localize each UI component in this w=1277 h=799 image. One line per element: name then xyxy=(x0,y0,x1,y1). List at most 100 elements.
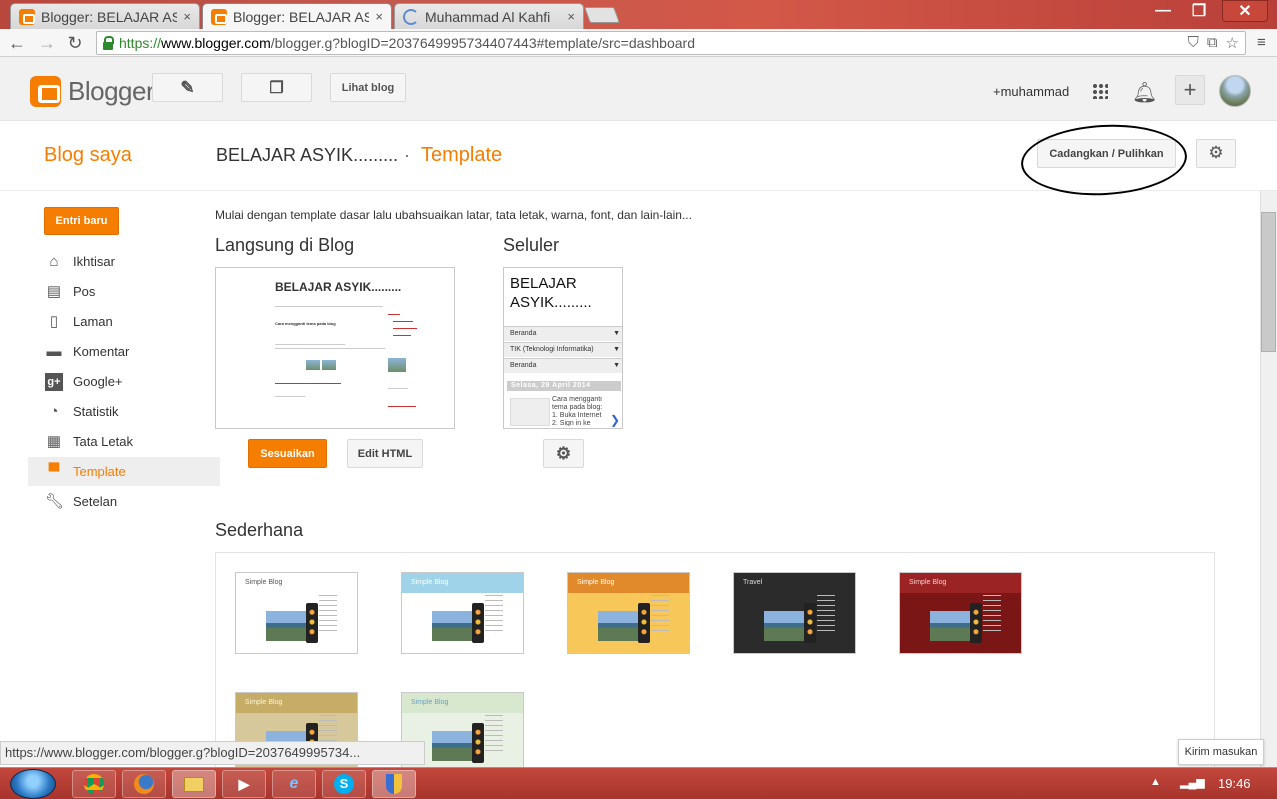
new-post-pencil-button[interactable]: ✎ xyxy=(152,73,223,102)
chrome-taskbar-icon[interactable] xyxy=(72,770,116,798)
tab-muhammad[interactable]: Muhammad Al Kahfi × xyxy=(394,3,584,29)
customize-button[interactable]: Sesuaikan xyxy=(248,439,327,468)
theme-thumbnail-2[interactable]: Simple Blog xyxy=(401,572,524,654)
blog-name[interactable]: BELAJAR ASYIK......... xyxy=(216,145,398,166)
theme-traffic-light xyxy=(306,603,318,643)
backup-restore-button[interactable]: Cadangkan / Pulihkan xyxy=(1037,139,1176,168)
send-feedback-button[interactable]: Kirim masukan xyxy=(1178,739,1264,765)
theme-title: Simple Blog xyxy=(411,579,449,586)
theme-traffic-light xyxy=(970,603,982,643)
preview-image xyxy=(322,360,336,370)
preview-divider xyxy=(275,306,383,307)
tab-title: Blogger: BELAJAR AS xyxy=(41,8,178,25)
sidebar-item-template[interactable]: ▀ Template xyxy=(28,457,220,486)
sidebar-item-laman[interactable]: ▯ Laman xyxy=(28,307,220,336)
sidebar-item-ikhtisar[interactable]: ⌂ Ikhtisar xyxy=(28,247,220,276)
firefox-taskbar-icon[interactable] xyxy=(122,770,166,798)
theme-traffic-light xyxy=(804,603,816,643)
settings-gear-icon[interactable]: ⚙ xyxy=(1196,139,1236,168)
theme-photo xyxy=(432,731,472,761)
mobile-preview-title: BELAJAR ASYIK......... xyxy=(510,275,592,311)
security-shield-taskbar-icon[interactable] xyxy=(372,770,416,798)
minimize-icon[interactable]: — xyxy=(1148,0,1178,22)
sidebar-item-label: Laman xyxy=(73,314,113,329)
theme-thumbnail-1[interactable]: Simple Blog xyxy=(235,572,358,654)
intro-text: Mulai dengan template dasar lalu ubahsua… xyxy=(215,208,692,222)
my-blogs-link[interactable]: Blog saya xyxy=(44,144,132,167)
layout-icon: ▦ xyxy=(46,432,62,450)
sidebar-item-statistik[interactable]: ◔ Statistik xyxy=(28,397,220,426)
apps-grid-icon[interactable] xyxy=(1092,83,1108,99)
sidebar-item-setelan[interactable]: 🔧︎ Setelan xyxy=(28,487,220,516)
reload-icon[interactable]: ↻ xyxy=(64,33,86,53)
windows-taskbar: ▶ e S xyxy=(0,767,1277,799)
edit-html-button[interactable]: Edit HTML xyxy=(347,439,423,468)
star-bookmark-icon[interactable]: ☆ xyxy=(1226,34,1239,52)
avatar[interactable] xyxy=(1219,75,1251,107)
preview-line xyxy=(275,348,385,349)
preview-line xyxy=(388,388,408,389)
back-arrow-icon[interactable]: ← xyxy=(6,33,28,53)
scrollbar-thumb[interactable] xyxy=(1261,212,1276,352)
preview-image xyxy=(306,360,320,370)
tab-close-icon[interactable]: × xyxy=(567,9,575,24)
theme-title: Simple Blog xyxy=(909,579,947,586)
theme-thumbnail-4[interactable]: Travel xyxy=(733,572,856,654)
sidebar-item-tata-letak[interactable]: ▦ Tata Letak xyxy=(28,427,220,456)
share-plus-button[interactable]: + xyxy=(1175,75,1205,105)
browser-menu-icon[interactable]: ≡ xyxy=(1257,34,1273,51)
new-post-button[interactable]: Entri baru xyxy=(44,207,119,235)
desktop-template-preview[interactable]: BELAJAR ASYIK......... Cara mengganti te… xyxy=(215,267,455,429)
windows-start-icon[interactable] xyxy=(10,769,56,799)
sidebar-item-googleplus[interactable]: g+ Google+ xyxy=(28,367,220,396)
tab-blogger-1[interactable]: Blogger: BELAJAR AS × xyxy=(10,3,200,29)
tab-close-icon[interactable]: × xyxy=(183,9,191,24)
new-tab-button[interactable] xyxy=(584,7,620,23)
internet-explorer-taskbar-icon[interactable]: e xyxy=(272,770,316,798)
mobile-preview-snippet: Cara mengganti tema pada blog: 1. Buka I… xyxy=(552,396,603,426)
posts-list-button[interactable]: ❐ xyxy=(241,73,312,102)
blogger-logo-icon[interactable] xyxy=(30,76,61,107)
tab-close-icon[interactable]: × xyxy=(375,9,383,24)
shield-icon[interactable]: ⛉ xyxy=(1188,34,1199,52)
mobile-template-preview[interactable]: BELAJAR ASYIK......... Beranda ▼ TIK (Tek… xyxy=(503,267,623,429)
address-bar[interactable]: https://www.blogger.com/blogger.g?blogID… xyxy=(96,31,1246,55)
wrench-icon: 🔧︎ xyxy=(45,492,65,510)
mobile-preview-menu-row: Beranda ▼ xyxy=(504,358,622,373)
comment-icon: ▬ xyxy=(46,342,62,360)
maximize-icon[interactable]: ❐ xyxy=(1184,0,1214,22)
close-window-icon[interactable]: ✕ xyxy=(1222,0,1268,22)
blogger-wordmark[interactable]: Blogger xyxy=(68,76,155,107)
live-blog-heading: Langsung di Blog xyxy=(215,235,355,255)
sidebar-item-komentar[interactable]: ▬ Komentar xyxy=(28,337,220,366)
blogger-header: Blogger ✎ ❐ Lihat blog +muhammad 🔔︎ + xyxy=(0,57,1277,121)
forward-arrow-icon[interactable]: → xyxy=(36,33,58,53)
theme-thumbnail-5[interactable]: Simple Blog xyxy=(899,572,1022,654)
theme-thumbnail-3[interactable]: Simple Blog xyxy=(567,572,690,654)
preview-sidebar-image xyxy=(388,358,406,372)
theme-photo xyxy=(432,611,472,641)
theme-traffic-light xyxy=(472,723,484,763)
theme-sidebar xyxy=(651,595,669,635)
sidebar-item-pos[interactable]: ▤ Pos xyxy=(28,277,220,306)
lock-icon xyxy=(103,36,114,50)
theme-sidebar xyxy=(485,715,503,755)
explorer-folder-taskbar-icon[interactable] xyxy=(172,770,216,798)
tray-expand-icon[interactable]: ▲ xyxy=(1150,776,1161,788)
theme-traffic-light xyxy=(638,603,650,643)
taskbar-clock[interactable]: 19:46 xyxy=(1218,776,1251,791)
theme-title: Simple Blog xyxy=(245,579,283,586)
translate-icon[interactable]: ⧉ xyxy=(1207,34,1218,52)
mobile-settings-gear-icon[interactable]: ⚙ xyxy=(543,439,584,468)
chevron-right-icon: ❯ xyxy=(610,413,621,427)
sidebar-item-label: Setelan xyxy=(73,494,118,509)
skype-taskbar-icon[interactable]: S xyxy=(322,770,366,798)
media-player-taskbar-icon[interactable]: ▶ xyxy=(222,770,266,798)
network-signal-icon[interactable]: ▂▄▆ xyxy=(1180,776,1205,789)
notification-bell-icon[interactable]: 🔔︎ xyxy=(1132,80,1157,105)
tab-blogger-2[interactable]: Blogger: BELAJAR AS × xyxy=(202,3,392,29)
user-name-link[interactable]: +muhammad xyxy=(993,84,1069,99)
preview-blog-title: BELAJAR ASYIK......... xyxy=(275,280,402,294)
preview-red-line xyxy=(388,314,400,315)
view-blog-button[interactable]: Lihat blog xyxy=(330,73,406,102)
